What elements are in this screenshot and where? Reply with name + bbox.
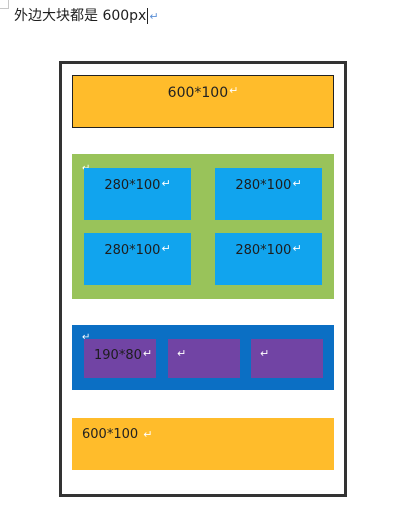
green-tile: 280*100 ↵ [84,233,191,285]
green-tile: 280*100 ↵ [84,168,191,220]
purple-tile: ↵ [251,339,323,378]
green-tile: 280*100 ↵ [215,168,322,220]
heading-line[interactable]: 外边大块都是 600px ↵ [14,6,159,26]
purple-tile: ↵ [168,339,240,378]
paragraph-mark-icon: ↵ [177,347,187,360]
purple-tile: 190*80 ↵ [84,339,156,378]
paragraph-mark-icon: ↵ [143,428,153,441]
paragraph-mark-icon: ↵ [292,242,302,255]
tile-label: 280*100 [235,243,292,258]
tile-label: 280*100 [104,178,161,193]
tile-label: 280*100 [104,243,161,258]
header-block: 600*100 ↵ [72,75,334,128]
page-corner-mark [0,0,9,9]
blue-section: ↵ 190*80 ↵ ↵ ↵ [72,325,334,390]
document-canvas: 外边大块都是 600px ↵ 600*100 ↵ ↵ 280*100 ↵ 280… [0,0,410,510]
footer-block-label: 600*100 [82,427,139,442]
paragraph-mark-icon: ↵ [161,242,171,255]
green-section: ↵ 280*100 ↵ 280*100 ↵ 280*100 ↵ 280*100 … [72,154,334,299]
paragraph-mark-icon: ↵ [260,347,270,360]
header-block-label: 600*100 [167,85,229,101]
tile-label: 280*100 [235,178,292,193]
paragraph-mark-icon: ↵ [142,347,153,360]
footer-block: 600*100 ↵ [72,418,334,470]
heading-text: 外边大块都是 600px [14,8,147,24]
paragraph-mark-icon: ↵ [149,9,159,23]
tile-label: 190*80 [94,348,142,363]
paragraph-mark-icon: ↵ [292,177,302,190]
paragraph-mark-icon: ↵ [161,177,171,190]
green-tile: 280*100 ↵ [215,233,322,285]
text-cursor [147,8,149,24]
paragraph-mark-icon: ↵ [229,84,239,97]
